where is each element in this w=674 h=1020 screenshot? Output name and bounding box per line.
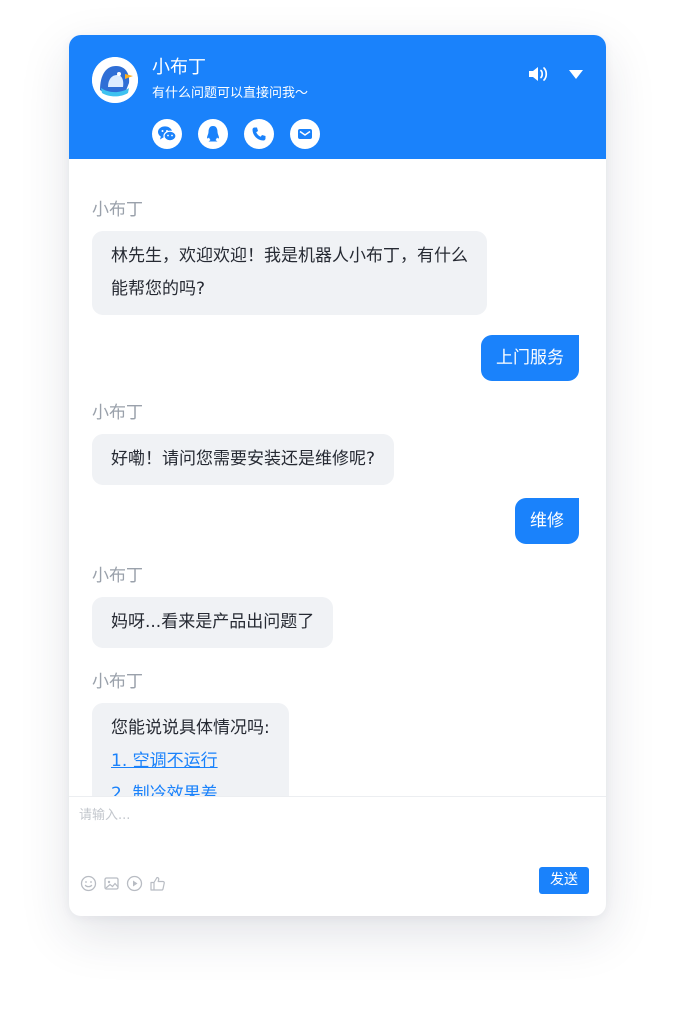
composer-toolbar xyxy=(79,874,171,892)
chat-widget: 小布丁 有什么问题可以直接问我～ 小布丁 林先生，欢迎欢迎！我是机器人小布丁，有… xyxy=(69,35,606,916)
bot-message: 好嘞！请问您需要安装还是维修呢? xyxy=(92,434,395,485)
qq-icon[interactable] xyxy=(198,119,228,149)
bot-subtitle: 有什么问题可以直接问我～ xyxy=(152,86,309,101)
mail-icon[interactable] xyxy=(290,119,320,149)
emoji-icon[interactable] xyxy=(79,874,97,892)
bot-message: 您能说说具体情况吗: 1. 空调不运行 2. 制冷效果差 xyxy=(92,703,289,796)
thumbs-up-icon[interactable] xyxy=(148,874,166,892)
bot-name: 小布丁 xyxy=(152,57,206,78)
contact-icons xyxy=(152,119,336,149)
message-line: 林先生，欢迎欢迎！我是机器人小布丁，有什么 xyxy=(111,246,468,266)
message-line: 能帮您的吗? xyxy=(111,279,206,299)
caret-down-icon[interactable] xyxy=(565,64,587,84)
message-list[interactable]: 小布丁 林先生，欢迎欢迎！我是机器人小布丁，有什么 能帮您的吗? 上门服务 小布… xyxy=(69,159,606,796)
send-button[interactable]: 发送 xyxy=(539,867,589,894)
sender-name: 小布丁 xyxy=(92,672,143,692)
message-line: 妈呀...看来是产品出问题了 xyxy=(111,612,315,632)
message-line: 好嘞！请问您需要安装还是维修呢? xyxy=(111,449,376,469)
video-icon[interactable] xyxy=(125,874,143,892)
message-input[interactable] xyxy=(79,805,589,825)
sender-name: 小布丁 xyxy=(92,566,143,586)
chat-header: 小布丁 有什么问题可以直接问我～ xyxy=(69,35,606,159)
option-link[interactable]: 2. 制冷效果差 xyxy=(111,778,270,796)
sender-name: 小布丁 xyxy=(92,200,143,220)
bot-message: 林先生，欢迎欢迎！我是机器人小布丁，有什么 能帮您的吗? xyxy=(92,231,487,315)
speaker-icon[interactable] xyxy=(527,64,549,84)
option-link[interactable]: 1. 空调不运行 xyxy=(111,745,270,778)
bot-message: 妈呀...看来是产品出问题了 xyxy=(92,597,334,648)
user-message: 上门服务 xyxy=(481,335,579,381)
bot-avatar xyxy=(92,57,138,103)
user-message: 维修 xyxy=(515,498,579,544)
image-icon[interactable] xyxy=(102,874,120,892)
composer-divider xyxy=(69,796,606,797)
sender-name: 小布丁 xyxy=(92,403,143,423)
message-line: 您能说说具体情况吗: xyxy=(111,718,270,738)
wechat-icon[interactable] xyxy=(152,119,182,149)
phone-icon[interactable] xyxy=(244,119,274,149)
